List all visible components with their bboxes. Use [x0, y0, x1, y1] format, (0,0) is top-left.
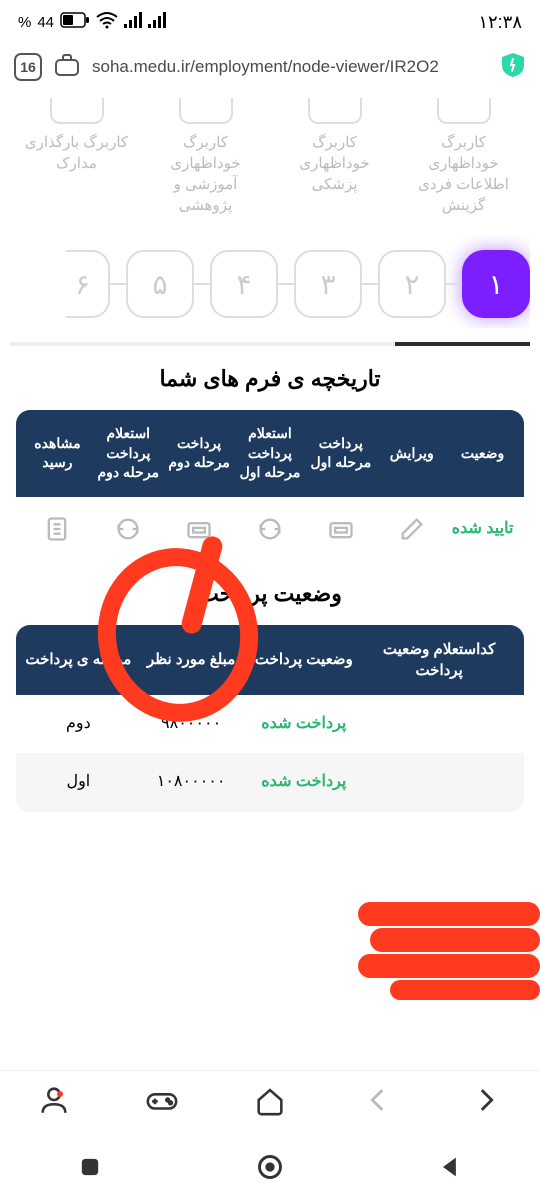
url-text[interactable]: soha.medu.ir/employment/node-viewer/IR2O…	[92, 57, 488, 77]
status-approved: تایید شده	[447, 515, 518, 543]
step-4[interactable]: ۴	[210, 250, 278, 318]
back-icon[interactable]	[361, 1083, 395, 1122]
cell-stage: دوم	[22, 713, 135, 735]
payment-title: وضعیت پرداخت	[10, 581, 530, 607]
cell-code	[360, 771, 518, 793]
edit-button[interactable]	[376, 515, 447, 543]
tab-label: کاربرگ بارگذاری مدارک	[18, 132, 135, 174]
tab-label: کاربرگ خوداظهاری اطلاعات فردی گزینش	[405, 132, 522, 216]
history-table: وضعیت ویرایش پرداخت مرحله اول استعلام پر…	[16, 410, 524, 561]
cell-code	[360, 713, 518, 735]
system-nav-bar	[0, 1134, 540, 1200]
scroll-indicator	[10, 342, 530, 346]
step-indicator: ۱ ۲ ۳ ۴ ۵ ۶	[10, 236, 530, 328]
device-status-bar: % 44 ۱۲:۳۸	[0, 0, 540, 44]
briefcase-icon[interactable]	[54, 53, 80, 82]
col-status: وضعیت	[447, 424, 518, 483]
cell-status: پرداخت شده	[247, 771, 360, 793]
sys-recent[interactable]	[76, 1153, 104, 1181]
inquiry1-button[interactable]	[235, 515, 306, 543]
redaction-bar	[390, 980, 540, 1000]
payment-row: پرداخت شده ۱۰۸۰۰۰۰۰ اول	[16, 753, 524, 811]
step-3[interactable]: ۳	[294, 250, 362, 318]
tab-medical[interactable]: کاربرگ خوداظهاری پزشکی	[276, 98, 393, 216]
battery-icon	[60, 12, 90, 33]
tab-personal-info[interactable]: کاربرگ خوداظهاری اطلاعات فردی گزینش	[405, 98, 522, 216]
cell-status: پرداخت شده	[247, 713, 360, 735]
col-receipt: مشاهده رسید	[22, 424, 93, 483]
history-row: تایید شده	[16, 497, 524, 561]
sys-home[interactable]	[256, 1153, 284, 1181]
tab-education[interactable]: کاربرگ خوداظهاری آموزشی و پژوهشی	[147, 98, 264, 216]
profile-icon[interactable]	[37, 1083, 71, 1122]
form-tabs: کاربرگ خوداظهاری اطلاعات فردی گزینش کارب…	[10, 90, 530, 236]
redaction-bar	[358, 954, 540, 978]
security-shield-icon[interactable]	[500, 52, 526, 83]
home-icon[interactable]	[253, 1083, 287, 1122]
step-5[interactable]: ۵	[126, 250, 194, 318]
redaction-bar	[370, 928, 540, 952]
inquiry2-button[interactable]	[93, 515, 164, 543]
payment-row: پرداخت شده ۹۸۰۰۰۰۰ دوم	[16, 695, 524, 753]
col-pay2: پرداخت مرحله دوم	[164, 424, 235, 483]
step-2[interactable]: ۲	[378, 250, 446, 318]
tab-label: کاربرگ خوداظهاری آموزشی و پژوهشی	[147, 132, 264, 216]
col-pay1: پرداخت مرحله اول	[305, 424, 376, 483]
clock: ۱۲:۳۸	[478, 12, 522, 33]
step-6[interactable]: ۶	[66, 250, 110, 318]
browser-bottom-nav	[0, 1070, 540, 1134]
cell-amount: ۱۰۸۰۰۰۰۰	[135, 771, 248, 793]
step-1[interactable]: ۱	[462, 250, 530, 318]
tab-count-button[interactable]: 16	[14, 53, 42, 81]
col-inq1: استعلام پرداخت مرحله اول	[235, 424, 306, 483]
battery-pct-sign: %	[18, 14, 31, 31]
redaction-bar	[358, 902, 540, 926]
payment-table: کداستعلام وضعیت پرداخت وضعیت پرداخت مبلغ…	[16, 625, 524, 812]
signal-icon-1	[124, 12, 142, 33]
receipt-button[interactable]	[22, 515, 93, 543]
battery-percent: 44	[37, 14, 54, 31]
pay1-button[interactable]	[305, 515, 376, 543]
forward-icon[interactable]	[469, 1083, 503, 1122]
signal-icon-2	[148, 12, 166, 33]
tab-documents[interactable]: کاربرگ بارگذاری مدارک	[18, 98, 135, 216]
pay2-button[interactable]	[164, 515, 235, 543]
col-pay-status: وضعیت پرداخت	[247, 639, 360, 681]
col-inq2: استعلام پرداخت مرحله دوم	[93, 424, 164, 483]
games-icon[interactable]	[145, 1083, 179, 1122]
history-title: تاریخچه ی فرم های شما	[10, 366, 530, 392]
col-inquiry-code: کداستعلام وضعیت پرداخت	[360, 639, 518, 681]
cell-stage: اول	[22, 771, 135, 793]
notification-dot	[57, 1091, 63, 1097]
wifi-icon	[96, 11, 118, 34]
tab-label: کاربرگ خوداظهاری پزشکی	[276, 132, 393, 195]
sys-back[interactable]	[436, 1153, 464, 1181]
col-edit: ویرایش	[376, 424, 447, 483]
browser-address-bar: 16 soha.medu.ir/employment/node-viewer/I…	[0, 44, 540, 90]
